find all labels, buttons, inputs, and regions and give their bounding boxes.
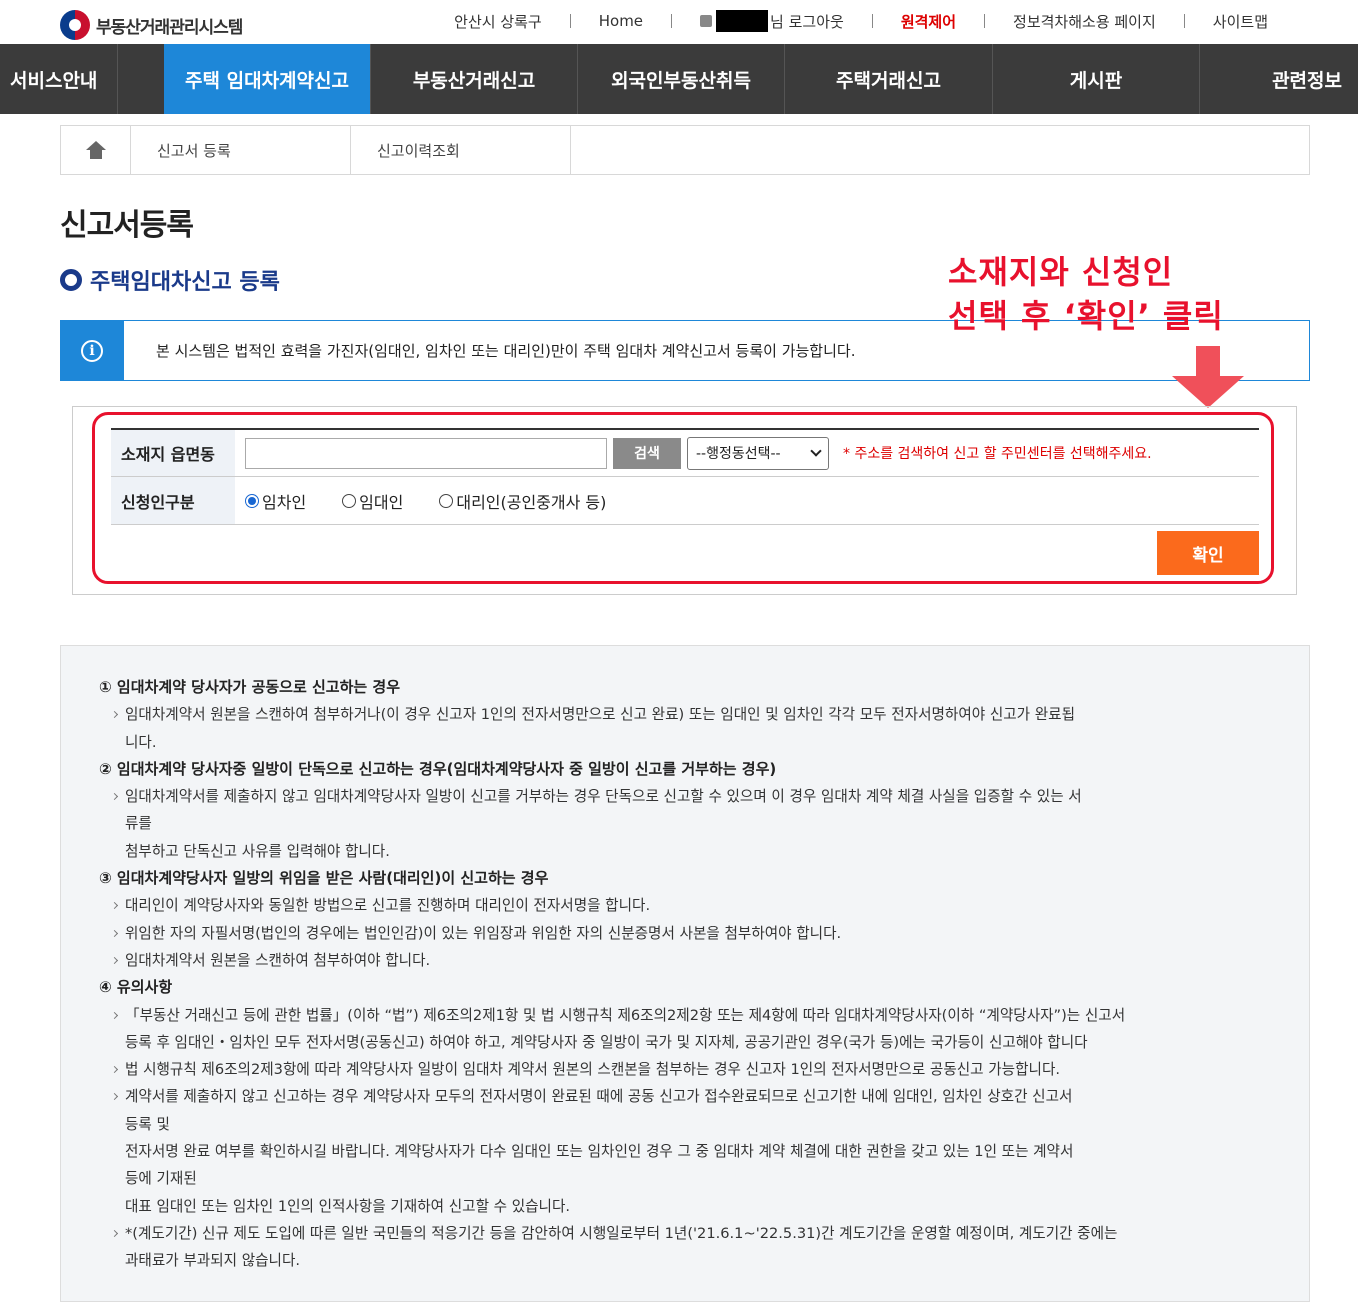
guide-line: 과태료가 부과되지 않습니다. [125, 1252, 301, 1270]
guide-heading-4: ④ 유의사항 [99, 978, 173, 997]
nav-foreigner-acquisition[interactable]: 외국인부동산취득 [578, 44, 785, 114]
address-input[interactable] [245, 437, 607, 469]
address-hint: * 주소를 검색하여 신고 할 주민센터를 선택해주세요. [843, 446, 1152, 462]
divider [671, 14, 673, 28]
address-label: 소재지 읍면동 [111, 430, 235, 476]
annotation-text: 소재지와 신청인 선택 후 ‘확인’ 클릭 [948, 250, 1224, 338]
section-title: 주택임대차신고 등록 [60, 264, 280, 296]
guide-line: 등에 기재된 [125, 1170, 197, 1188]
guide-line: 첨부하고 단독신고 사유를 입력해야 합니다. [125, 842, 390, 860]
home-icon [85, 141, 106, 159]
guide-heading-1: ① 임대차계약 당사자가 공동으로 신고하는 경우 [99, 678, 401, 696]
guide-line: 대표 임대인 또는 임차인 1인의 인적사항을 기재하여 신고할 수 있습니다. [125, 1197, 571, 1215]
radio-tenant-label: 임차인 [262, 492, 307, 512]
guide-heading-3: ③ 임대차계약당사자 일방의 위임을 받은 사람(대리인)이 신고하는 경우 [99, 869, 549, 888]
home-button[interactable] [61, 126, 131, 174]
radio-agent[interactable]: 대리인(공인중개사 등) [439, 489, 606, 513]
nav-service-guide[interactable]: 서비스안내 [0, 44, 118, 114]
guide-item: 임대차계약서 원본을 스캔하여 첨부하여야 합니다. [99, 947, 1281, 974]
logo-emblem-icon [60, 10, 90, 40]
nav-related-info[interactable]: 관련정보 [1200, 44, 1358, 114]
confirm-button[interactable]: 확인 [1157, 531, 1259, 575]
divider [569, 14, 571, 28]
guide-item: 임대차계약서를 제출하지 않고 임대차계약당사자 일방이 신고를 거부하는 경우… [99, 783, 1281, 810]
utility-menu: 안산시 상록구 Home 님 로그아웃 원격제어 정보격차해소용 페이지 사이트… [454, 10, 1268, 32]
radio-landlord[interactable]: 임대인 [342, 489, 403, 513]
applicant-label: 신청인구분 [111, 477, 235, 524]
tab-report-register[interactable]: 신고서 등록 [131, 126, 351, 174]
radio-tenant[interactable]: 임차인 [245, 489, 306, 513]
guide-item: 계약서를 제출하지 않고 신고하는 경우 계약당사자 모두의 전자서명이 완료된… [99, 1083, 1281, 1110]
section-title-text: 주택임대차신고 등록 [90, 270, 280, 295]
page-title: 신고서등록 [60, 208, 194, 243]
radio-agent-label: 대리인(공인중개사 등) [456, 492, 607, 512]
sub-tab-bar: 신고서 등록 신고이력조회 [60, 125, 1310, 175]
search-button[interactable]: 검색 [613, 437, 681, 469]
region-label: 안산시 상록구 [454, 12, 542, 31]
guide-item: 위임한 자의 자필서명(법인의 경우에는 법인인감)이 있는 위임장과 위임한 … [99, 920, 1281, 947]
guide-item: *(계도기간) 신규 제도 도입에 따른 일반 국민들의 적응기간 등을 감안하… [99, 1220, 1281, 1247]
chevron-down-icon [810, 445, 822, 457]
main-nav: 서비스안내 주택 임대차계약신고 부동산거래신고 외국인부동산취득 주택거래신고… [0, 44, 1358, 114]
guide-item: 「부동산 거래신고 등에 관한 법률」(이하 “법”) 제6조의2제1항 및 법… [99, 1002, 1281, 1029]
radio-landlord-label: 임대인 [359, 492, 404, 512]
radio-unchecked-icon[interactable] [439, 493, 454, 508]
guide-item: 대리인이 계약당사자와 동일한 방법으로 신고를 진행하며 대리인이 전자서명을… [99, 892, 1281, 919]
report-form-table: 소재지 읍면동 검색 --행정동선택-- * 주소를 검색하여 신고 할 주민센… [111, 428, 1259, 525]
radio-checked-icon[interactable] [245, 493, 259, 508]
guide-line: 류를 [125, 815, 152, 833]
admin-dong-select-value: --행정동선택-- [696, 446, 781, 462]
logo-text: 부동산거래관리시스템 [96, 17, 243, 38]
logout-link[interactable]: 님 로그아웃 [770, 11, 844, 32]
nav-housing-lease-report[interactable]: 주택 임대차계약신고 [164, 44, 371, 114]
nav-board[interactable]: 게시판 [993, 44, 1200, 114]
site-logo[interactable]: 부동산거래관리시스템 [60, 10, 243, 40]
guide-line: 등록 후 임대인・임차인 모두 전자서명(공동신고) 하여야 하고, 계약당사자… [125, 1033, 1088, 1051]
nav-real-estate-report[interactable]: 부동산거래신고 [371, 44, 578, 114]
notice-text: 본 시스템은 법적인 효력을 가진자(임대인, 임차인 또는 대리인)만이 주택… [156, 342, 856, 360]
info-icon: i [81, 339, 103, 362]
home-link[interactable]: Home [599, 12, 643, 30]
guide-heading-2: ② 임대차계약 당사자중 일방이 단독으로 신고하는 경우(임대차계약당사자 중… [99, 759, 777, 778]
lock-icon [700, 15, 713, 27]
annotation-line-2: 선택 후 ‘확인’ 클릭 [948, 297, 1224, 335]
top-bar: 부동산거래관리시스템 안산시 상록구 Home 님 로그아웃 원격제어 정보격차… [0, 0, 1358, 44]
radio-unchecked-icon[interactable] [342, 493, 357, 508]
form-row-address: 소재지 읍면동 검색 --행정동선택-- * 주소를 검색하여 신고 할 주민센… [111, 430, 1259, 477]
guide-item: 임대차계약서 원본을 스캔하여 첨부하거나(이 경우 신고자 1인의 전자서명만… [99, 701, 1281, 728]
remote-control-link[interactable]: 원격제어 [901, 11, 956, 32]
sitemap-link[interactable]: 사이트맵 [1213, 11, 1268, 32]
divider [871, 14, 873, 28]
redacted-username [716, 10, 769, 32]
guide-line: 전자서명 완료 여부를 확인하시길 바랍니다. 계약당사자가 다수 임대인 또는… [125, 1143, 1074, 1161]
tab-report-history[interactable]: 신고이력조회 [351, 126, 571, 174]
guide-line: 등록 및 [125, 1115, 170, 1133]
guide-line: 니다. [125, 733, 157, 751]
notice-icon-box: i [60, 320, 124, 381]
address-cell: 검색 --행정동선택-- * 주소를 검색하여 신고 할 주민센터를 선택해주세… [235, 430, 1259, 476]
info-gap-page-link[interactable]: 정보격차해소용 페이지 [1013, 11, 1156, 32]
divider [984, 14, 986, 28]
nav-housing-trade-report[interactable]: 주택거래신고 [785, 44, 993, 114]
divider [1183, 14, 1185, 28]
guide-item: 법 시행규칙 제6조의2제3항에 따라 계약당사자 일방이 임대차 계약서 원본… [99, 1056, 1281, 1083]
applicant-cell: 임차인 임대인 대리인(공인중개사 등) [235, 477, 1259, 524]
ring-bullet-icon [60, 269, 82, 291]
annotation-line-1: 소재지와 신청인 [948, 253, 1174, 291]
admin-dong-select[interactable]: --행정동선택-- [687, 436, 829, 470]
form-row-applicant: 신청인구분 임차인 임대인 대리인(공인중개사 등) [111, 477, 1259, 525]
guide-box: ① 임대차계약 당사자가 공동으로 신고하는 경우 임대차계약서 원본을 스캔하… [60, 645, 1310, 1302]
annotation-down-arrow-icon [1172, 346, 1244, 408]
